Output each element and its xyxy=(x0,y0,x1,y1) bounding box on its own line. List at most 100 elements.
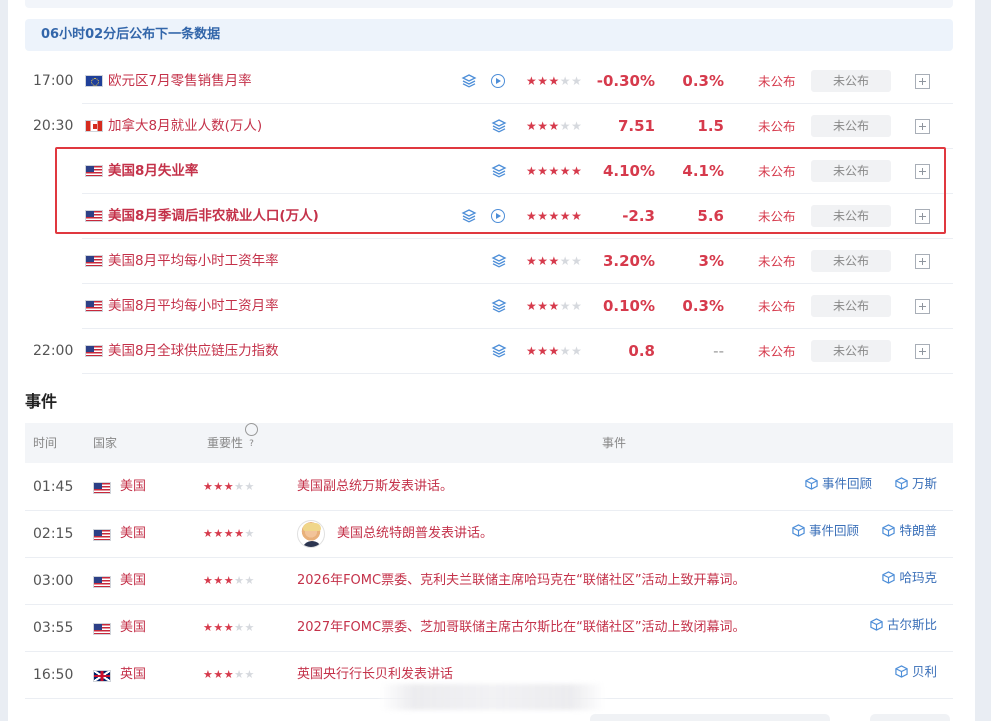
forecast-value: -- xyxy=(713,342,724,360)
importance-stars: ★★★★★ xyxy=(526,284,582,329)
add-alert-button[interactable] xyxy=(915,209,930,224)
indicator-name[interactable]: 美国8月全球供应链压力指数 xyxy=(108,329,279,374)
importance-stars: ★★★★★ xyxy=(203,652,255,698)
event-row: 01:45 美国 ★★★★★ 美国副总统万斯发表讲话。 万斯 事件回顾 xyxy=(25,464,953,511)
star-filled-icon: ★ xyxy=(203,527,214,540)
star-filled-icon: ★ xyxy=(548,164,560,178)
event-time: 03:00 xyxy=(33,573,74,589)
event-time: 03:55 xyxy=(33,620,74,636)
star-filled-icon: ★ xyxy=(559,209,572,223)
event-time: 01:45 xyxy=(33,479,74,495)
forecast-value: 3% xyxy=(698,252,724,270)
play-icon[interactable] xyxy=(491,209,505,223)
actual-value: 未公布 xyxy=(758,74,796,89)
indicator-name[interactable]: 欧元区7月零售销售月率 xyxy=(108,59,252,104)
indicator-name[interactable]: 美国8月平均每小时工资月率 xyxy=(108,284,279,329)
star-empty-icon: ★ xyxy=(571,254,583,268)
event-description[interactable]: 美国副总统万斯发表讲话。 xyxy=(297,464,453,510)
person-link[interactable]: 万斯 xyxy=(895,464,937,504)
event-review-link[interactable]: 事件回顾 xyxy=(805,464,872,504)
event-country: 美国 xyxy=(120,573,147,588)
previous-value: 7.51 xyxy=(617,117,655,135)
event-description[interactable]: 2026年FOMC票委、克利夫兰联储主席哈玛克在“联储社区”活动上致开幕词。 xyxy=(297,558,746,604)
star-empty-icon: ★ xyxy=(244,480,255,493)
actual-value: 未公布 xyxy=(758,254,796,269)
flag-us-icon xyxy=(93,529,111,541)
flag-us-icon xyxy=(85,210,103,222)
event-country: 美国 xyxy=(120,620,147,635)
person-link[interactable]: 贝利 xyxy=(895,652,937,692)
importance-stars: ★★★★★ xyxy=(526,59,582,104)
star-filled-icon: ★ xyxy=(537,209,549,223)
star-filled-icon: ★ xyxy=(548,299,560,313)
star-filled-icon: ★ xyxy=(223,574,235,587)
flag-gb-icon xyxy=(93,670,111,682)
star-filled-icon: ★ xyxy=(526,164,538,178)
layers-icon[interactable] xyxy=(491,163,507,179)
flag-us-icon xyxy=(93,576,111,588)
forecast-value: 0.3% xyxy=(682,297,724,315)
layers-icon[interactable] xyxy=(461,208,477,224)
data-row: 20:30 加拿大8月就业人数(万人) ★★★★★ 7.51 1.5 未公布 未公布 xyxy=(25,104,953,149)
next-release-banner: 06小时02分后公布下一条数据 xyxy=(25,19,953,51)
star-filled-icon: ★ xyxy=(526,119,538,133)
star-filled-icon: ★ xyxy=(223,480,235,493)
star-filled-icon: ★ xyxy=(213,574,224,587)
indicator-name[interactable]: 美国8月失业率 xyxy=(108,149,198,194)
status-badge: 未公布 xyxy=(811,160,891,182)
actual-value: 未公布 xyxy=(758,209,796,224)
person-link[interactable]: 特朗普 xyxy=(882,511,937,551)
flag-us-icon xyxy=(85,165,103,177)
event-description[interactable]: 2027年FOMC票委、芝加哥联储主席古尔斯比在“联储社区”活动上致闭幕词。 xyxy=(297,605,746,651)
status-badge: 未公布 xyxy=(811,115,891,137)
event-row: 03:00 美国 ★★★★★ 2026年FOMC票委、克利夫兰联储主席哈玛克在“联储社… xyxy=(25,558,953,605)
layers-icon[interactable] xyxy=(491,343,507,359)
star-empty-icon: ★ xyxy=(559,119,572,133)
layers-icon[interactable] xyxy=(491,298,507,314)
add-alert-button[interactable] xyxy=(915,299,930,314)
person-link[interactable]: 古尔斯比 xyxy=(870,605,937,645)
release-time: 17:00 xyxy=(33,73,74,89)
layers-icon[interactable] xyxy=(491,118,507,134)
star-filled-icon: ★ xyxy=(203,668,214,681)
layers-icon[interactable] xyxy=(461,73,477,89)
layers-icon[interactable] xyxy=(491,253,507,269)
add-alert-button[interactable] xyxy=(915,164,930,179)
event-row: 03:55 美国 ★★★★★ 2027年FOMC票委、芝加哥联储主席古尔斯比在“联储社… xyxy=(25,605,953,652)
event-description[interactable]: 美国总统特朗普发表讲话。 xyxy=(337,511,493,557)
play-icon[interactable] xyxy=(491,74,505,88)
bottom-bar xyxy=(590,714,830,721)
help-icon[interactable]: ? xyxy=(245,423,259,449)
forecast-value: 1.5 xyxy=(697,117,724,135)
add-alert-button[interactable] xyxy=(915,254,930,269)
cube-icon xyxy=(882,571,896,584)
indicator-name[interactable]: 美国8月季调后非农就业人口(万人) xyxy=(108,194,319,239)
star-filled-icon: ★ xyxy=(526,299,538,313)
flag-eu-icon xyxy=(85,75,103,87)
indicator-name[interactable]: 加拿大8月就业人数(万人) xyxy=(108,104,262,149)
event-review-link[interactable]: 事件回顾 xyxy=(792,511,859,551)
importance-stars: ★★★★★ xyxy=(203,511,255,557)
forecast-value: 5.6 xyxy=(697,207,724,225)
top-strip xyxy=(25,0,953,8)
indicator-name[interactable]: 美国8月平均每小时工资年率 xyxy=(108,239,279,284)
star-filled-icon: ★ xyxy=(571,164,583,178)
star-empty-icon: ★ xyxy=(559,254,572,268)
cube-icon xyxy=(882,524,896,537)
cube-icon xyxy=(805,477,818,490)
person-link[interactable]: 哈玛克 xyxy=(882,558,937,598)
star-filled-icon: ★ xyxy=(537,344,549,358)
data-row: 美国8月平均每小时工资月率 ★★★★★ 0.10% 0.3% 未公布 未公布 xyxy=(25,284,953,329)
previous-value: 3.20% xyxy=(602,252,655,270)
release-time: 22:00 xyxy=(33,343,74,359)
star-empty-icon: ★ xyxy=(571,74,583,88)
add-alert-button[interactable] xyxy=(915,119,930,134)
add-alert-button[interactable] xyxy=(915,74,930,89)
add-alert-button[interactable] xyxy=(915,344,930,359)
data-row: 美国8月平均每小时工资年率 ★★★★★ 3.20% 3% 未公布 未公布 xyxy=(25,239,953,284)
star-filled-icon: ★ xyxy=(213,621,224,634)
star-filled-icon: ★ xyxy=(537,299,549,313)
header-importance-label: 重要性 xyxy=(207,436,244,450)
cube-icon xyxy=(870,618,883,631)
event-time: 16:50 xyxy=(33,667,74,683)
